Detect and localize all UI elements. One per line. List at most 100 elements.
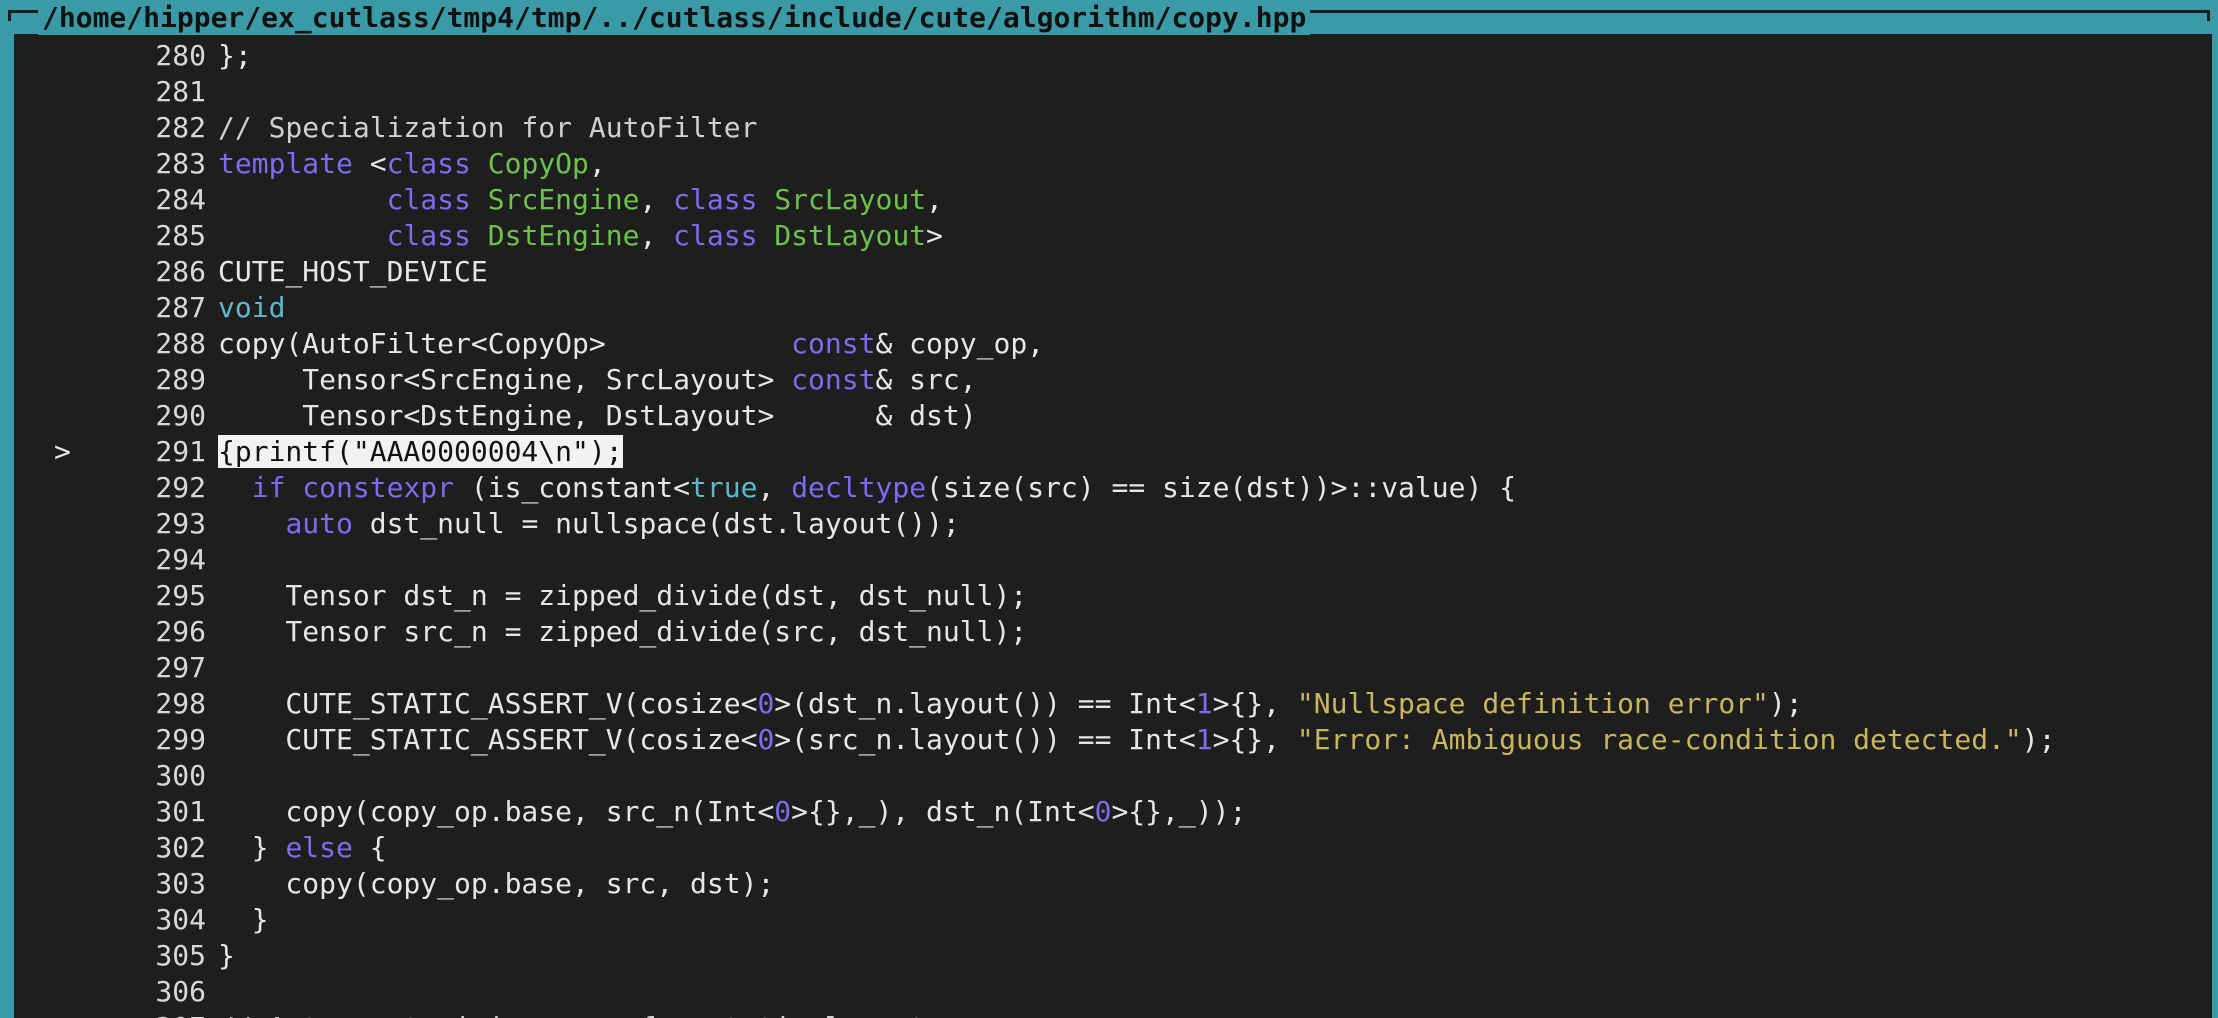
code-token: , bbox=[639, 219, 674, 252]
line-source: Tensor<SrcEngine, SrcLayout> const& src, bbox=[218, 362, 976, 398]
code-token: & copy_op, bbox=[875, 327, 1045, 360]
code-token: const bbox=[791, 327, 876, 360]
code-line[interactable]: 284 class SrcEngine, class SrcLayout, bbox=[34, 182, 2212, 218]
code-line[interactable]: 289 Tensor<SrcEngine, SrcLayout> const& … bbox=[34, 362, 2212, 398]
source-code-view[interactable]: 280}; 281 282// Specialization for AutoFil… bbox=[34, 38, 2212, 1018]
code-line[interactable]: 285 class DstEngine, class DstLayout> bbox=[34, 218, 2212, 254]
line-source: copy(copy_op.base, src_n(Int<0>{},_), ds… bbox=[218, 794, 1246, 830]
code-line[interactable]: 280}; bbox=[34, 38, 2212, 74]
code-line[interactable]: 307 // Auto-vectorizing copy for static l… bbox=[34, 1010, 2212, 1018]
code-line[interactable]: 298 CUTE_STATIC_ASSERT_V(cosize<0>(dst_n… bbox=[34, 686, 2212, 722]
code-token: 0 bbox=[1094, 795, 1112, 828]
code-line[interactable]: 286 CUTE_HOST_DEVICE bbox=[34, 254, 2212, 290]
code-token: } bbox=[218, 903, 269, 936]
code-line[interactable]: 290 Tensor<DstEngine, DstLayout> & dst) bbox=[34, 398, 2212, 434]
code-token: (size(src) == size(dst))>::value) { bbox=[926, 471, 1517, 504]
code-token: class bbox=[386, 183, 471, 216]
code-token: 0 bbox=[774, 795, 792, 828]
code-line[interactable]: 306 bbox=[34, 974, 2212, 1010]
code-line[interactable]: 296 Tensor src_n = zipped_divide(src, ds… bbox=[34, 614, 2212, 650]
line-source: } bbox=[218, 902, 269, 938]
code-line[interactable]: 292 if constexpr (is_constant<true, decl… bbox=[34, 470, 2212, 506]
line-number: 284 bbox=[155, 183, 206, 216]
line-number: 298 bbox=[155, 687, 206, 720]
code-token: DstLayout bbox=[774, 219, 927, 252]
code-line[interactable]: 283 template <class CopyOp, bbox=[34, 146, 2212, 182]
current-line-marker: > bbox=[54, 435, 71, 468]
line-source: CUTE_STATIC_ASSERT_V(cosize<0>(src_n.lay… bbox=[218, 722, 2055, 758]
line-number: 294 bbox=[155, 543, 206, 576]
line-source: auto dst_null = nullspace(dst.layout()); bbox=[218, 506, 959, 542]
code-token: 1 bbox=[1195, 723, 1213, 756]
line-number: 307 bbox=[126, 1010, 206, 1018]
highlighted-code: {printf("AAA0000004\n"); bbox=[218, 435, 623, 468]
window-titlebar: /home/hipper/ex_cutlass/tmp4/tmp/../cutl… bbox=[0, 0, 2218, 35]
code-line[interactable]: 281 bbox=[34, 74, 2212, 110]
line-source: Tensor src_n = zipped_divide(src, dst_nu… bbox=[218, 614, 1027, 650]
line-number: 292 bbox=[155, 471, 206, 504]
line-number: 283 bbox=[155, 147, 206, 180]
code-token: const bbox=[791, 363, 876, 396]
line-number: 291 bbox=[155, 435, 206, 468]
code-token: class bbox=[673, 219, 758, 252]
line-number: 295 bbox=[155, 579, 206, 612]
code-line[interactable]: 299 CUTE_STATIC_ASSERT_V(cosize<0>(src_n… bbox=[34, 722, 2212, 758]
line-source: // Auto-vectorizing copy for static layo… bbox=[218, 1010, 943, 1018]
code-token: // Specialization for AutoFilter bbox=[218, 111, 758, 144]
line-source: class DstEngine, class DstLayout> bbox=[218, 218, 943, 254]
line-number: 304 bbox=[155, 903, 206, 936]
line-source: Tensor<DstEngine, DstLayout> & dst) bbox=[218, 398, 976, 434]
code-token: template bbox=[218, 147, 353, 180]
code-line[interactable]: 297 bbox=[34, 650, 2212, 686]
code-line[interactable]: 303 copy(copy_op.base, src, dst); bbox=[34, 866, 2212, 902]
line-source: void bbox=[218, 290, 285, 326]
code-line[interactable]: 304 } bbox=[34, 902, 2212, 938]
code-token: SrcLayout bbox=[774, 183, 927, 216]
code-token: >{},_), dst_n(Int< bbox=[791, 795, 1095, 828]
code-token: > bbox=[926, 219, 943, 252]
code-token: DstEngine bbox=[487, 219, 640, 252]
line-number: 285 bbox=[155, 219, 206, 252]
code-token: CUTE_HOST_DEVICE bbox=[218, 255, 488, 288]
line-source: if constexpr (is_constant<true, decltype… bbox=[218, 470, 1516, 506]
code-line[interactable]: 295 Tensor dst_n = zipped_divide(dst, ds… bbox=[34, 578, 2212, 614]
code-line[interactable]: 293 auto dst_null = nullspace(dst.layout… bbox=[34, 506, 2212, 542]
code-token: , bbox=[588, 147, 606, 180]
code-line[interactable]: 300 bbox=[34, 758, 2212, 794]
line-number: 286 bbox=[155, 255, 206, 288]
code-line[interactable]: 282 // Specialization for AutoFilter bbox=[34, 110, 2212, 146]
code-token: CopyOp bbox=[487, 147, 589, 180]
code-line[interactable]: 287 void bbox=[34, 290, 2212, 326]
code-token: } bbox=[218, 831, 286, 864]
code-token: auto bbox=[285, 507, 353, 540]
code-line[interactable]: 288 copy(AutoFilter<CopyOp> const& copy_o… bbox=[34, 326, 2212, 362]
code-line[interactable]: >291 {printf("AAA0000004\n"); bbox=[34, 434, 2212, 470]
code-token: { bbox=[352, 831, 387, 864]
code-line[interactable]: 301 copy(copy_op.base, src_n(Int<0>{},_)… bbox=[34, 794, 2212, 830]
code-line[interactable]: 302 } else { bbox=[34, 830, 2212, 866]
code-line[interactable]: 305} bbox=[34, 938, 2212, 974]
code-token: (is_constant< bbox=[454, 471, 691, 504]
line-source: } bbox=[218, 938, 235, 974]
line-source: {printf("AAA0000004\n"); bbox=[218, 434, 623, 470]
code-token: >{}, bbox=[1212, 687, 1297, 720]
line-number: 287 bbox=[155, 291, 206, 324]
code-token: decltype bbox=[791, 471, 927, 504]
code-token: 1 bbox=[1195, 687, 1213, 720]
code-token: >{},_)); bbox=[1111, 795, 1247, 828]
code-token: if bbox=[251, 471, 286, 504]
line-number: 306 bbox=[155, 975, 206, 1008]
code-token: 0 bbox=[757, 723, 775, 756]
code-token: , bbox=[926, 183, 943, 216]
code-token: >{}, bbox=[1212, 723, 1297, 756]
code-token: class bbox=[386, 219, 471, 252]
code-line[interactable]: 294 bbox=[34, 542, 2212, 578]
code-token: copy(AutoFilter<CopyOp> bbox=[218, 327, 792, 360]
code-token: copy(copy_op.base, src, dst); bbox=[218, 867, 775, 900]
code-token: ); bbox=[2021, 723, 2056, 756]
line-number: 299 bbox=[155, 723, 206, 756]
